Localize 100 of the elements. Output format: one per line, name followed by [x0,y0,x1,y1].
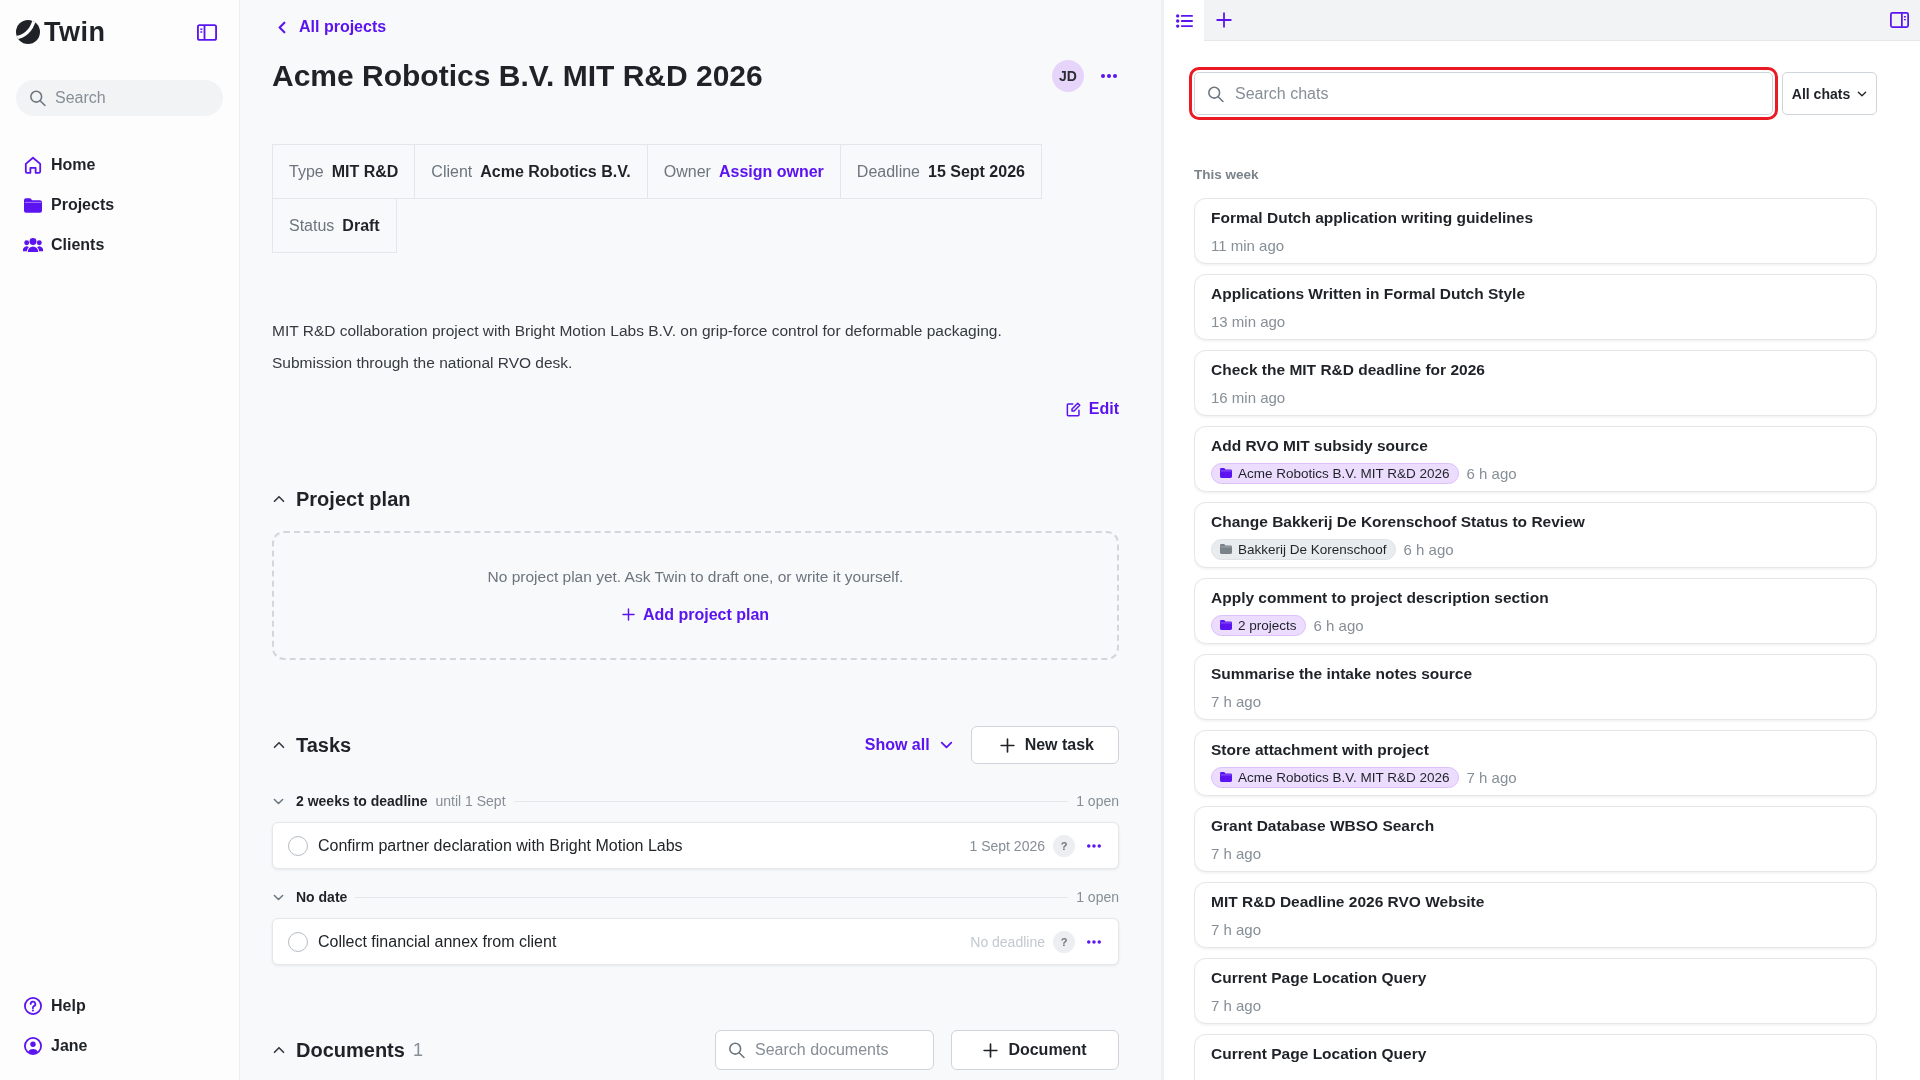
chat-time: 7 h ago [1211,692,1262,710]
section-title: Documents [296,1038,405,1062]
chat-title: Current Page Location Query [1211,968,1427,988]
task-row[interactable]: Collect financial annex from client No deadline ? [272,918,1119,965]
chat-time: 6 h ago [1403,540,1454,558]
plus-icon [999,737,1015,753]
folder-icon [1220,620,1232,630]
chat-title: Formal Dutch application writing guidelines [1211,208,1534,228]
chat-title: Grant Database WBSO Search [1211,816,1435,836]
task-checkbox[interactable] [288,835,308,856]
task-due-date: 1 Sept 2026 [969,837,1045,854]
meta-label: Client [431,162,473,181]
assignee-badge[interactable]: ? [1053,834,1075,857]
home-icon [24,156,42,174]
chat-card[interactable]: Check the MIT R&D deadline for 2026 16 min ago [1194,350,1877,416]
chat-card[interactable]: Store attachment with project Acme Robotics B.V. MIT R&D 2026 7 h ago [1194,730,1877,796]
chevron-down-icon[interactable] [273,797,284,805]
assign-link[interactable]: Assign owner [718,162,824,181]
chat-time: 16 min ago [1211,388,1286,406]
meta-value: Draft [342,216,380,235]
chat-title: Change Bakkerij De Korenschoof Status to Review [1211,512,1585,532]
more-icon[interactable] [1101,74,1117,78]
group-title: No date [296,889,348,905]
project-description: MIT R&D collaboration project with Bright Motion Labs B.V. on grip-force control for deformable packaging. Submission through the national RVO desk. [272,321,1002,373]
nav-item[interactable]: Clients [16,225,113,265]
chat-card[interactable]: Add RVO MIT subsidy source Acme Robotics B.V. MIT R&D 2026 6 h ago [1194,426,1877,492]
nav-item[interactable]: Jane [16,1026,96,1066]
chat-card[interactable]: Grant Database WBSO Search 7 h ago [1194,806,1877,872]
sidebar-toggle-icon[interactable] [197,23,217,41]
search-field[interactable]: Search documents [715,1030,934,1070]
logo-icon [16,20,40,44]
section-label: This week [1194,166,1259,184]
edit-button[interactable]: Edit [1065,397,1119,421]
assignee-badge[interactable]: ? [1053,930,1075,953]
chat-time: 7 h ago [1211,996,1262,1014]
chat-card[interactable]: Summarise the intake notes source 7 h ago [1194,654,1877,720]
chevron-up-icon[interactable] [273,741,285,749]
task-checkbox[interactable] [288,931,308,952]
chat-card[interactable]: Applications Written in Formal Dutch Style 13 min ago [1194,274,1877,340]
folder-icon [24,197,42,213]
more-icon[interactable] [1087,843,1101,848]
panel-tab[interactable] [1164,0,1204,41]
search-icon [29,89,46,107]
meta-label: Owner [663,162,711,181]
meta-label: Type [289,162,324,181]
chevron-down-icon[interactable] [273,893,284,901]
nav-item[interactable]: Home [16,145,104,185]
chat-title: Check the MIT R&D deadline for 2026 [1211,360,1485,380]
empty-plan-text: No project plan yet. Ask Twin to draft one, or write it yourself. [487,567,904,586]
meta-value: 15 Sept 2026 [928,162,1025,181]
task-title: Collect financial annex from client [318,932,558,951]
meta-label: Deadline [856,162,920,181]
app-logo: Twin [44,16,106,48]
task-row[interactable]: Confirm partner declaration with Bright Motion Labs 1 Sept 2026 ? [272,822,1119,869]
chat-card[interactable]: Change Bakkerij De Korenschoof Status to Review Bakkerij De Korenschoof 6 h ago [1194,502,1877,568]
project-tag[interactable]: Acme Robotics B.V. MIT R&D 2026 [1211,462,1459,484]
task-title: Confirm partner declaration with Bright Motion Labs [318,836,684,855]
search-field[interactable]: Search [16,80,223,116]
add-document-button[interactable]: Document [951,1030,1119,1070]
show-all-dropdown[interactable]: Show all [864,736,953,754]
help-icon [24,997,42,1015]
chat-title: Applications Written in Formal Dutch Style [1211,284,1526,304]
chat-title: Current Page Location Query [1211,1044,1427,1064]
new-task-button[interactable]: New task [970,726,1119,764]
chat-filter-dropdown[interactable]: All chats [1782,72,1877,115]
list-icon [1175,13,1193,28]
meta-value: Acme Robotics B.V. [480,162,631,181]
project-tag[interactable]: 2 projects [1211,614,1306,636]
chat-card[interactable]: Apply comment to project description section 2 projects 6 h ago [1194,578,1877,644]
chat-card[interactable]: Formal Dutch application writing guidelines 11 min ago [1194,198,1877,264]
section-title: Project plan [296,487,411,511]
user-avatar[interactable]: JD [1052,60,1084,92]
chat-card[interactable]: Current Page Location Query 7 h ago [1194,958,1877,1024]
open-count: 1 open [1076,793,1119,809]
client-tag[interactable]: Bakkerij De Korenschoof [1211,538,1396,560]
more-icon[interactable] [1087,939,1101,944]
add-project-plan-button[interactable]: Add project plan [621,605,770,624]
search-icon [1207,85,1224,102]
nav-item[interactable]: Help [16,986,94,1026]
chevron-up-icon[interactable] [273,1046,285,1054]
folder-icon [1220,772,1232,782]
edit-icon [1065,401,1081,417]
project-tag[interactable]: Acme Robotics B.V. MIT R&D 2026 [1211,766,1459,788]
back-link[interactable]: All projects [272,16,387,38]
document-count: 1 [412,1039,423,1061]
plus-icon [621,608,635,621]
chat-card[interactable]: MIT R&D Deadline 2026 RVO Website 7 h ago [1194,882,1877,948]
chevron-down-icon [1857,90,1868,97]
chat-card[interactable]: Current Page Location Query [1194,1034,1877,1080]
chevron-left-icon [278,20,286,34]
chat-time: 7 h ago [1466,768,1517,786]
open-count: 1 open [1076,889,1119,905]
meta-value: MIT R&D [331,162,399,181]
chat-title: Summarise the intake notes source [1211,664,1472,684]
chat-title: Store attachment with project [1211,740,1429,760]
chevron-up-icon[interactable] [273,495,285,503]
plus-icon [983,1042,999,1058]
side-panel-icon[interactable] [1890,12,1909,28]
page-title: Acme Robotics B.V. MIT R&D 2026 [272,59,763,93]
nav-item[interactable]: Projects [16,185,123,225]
